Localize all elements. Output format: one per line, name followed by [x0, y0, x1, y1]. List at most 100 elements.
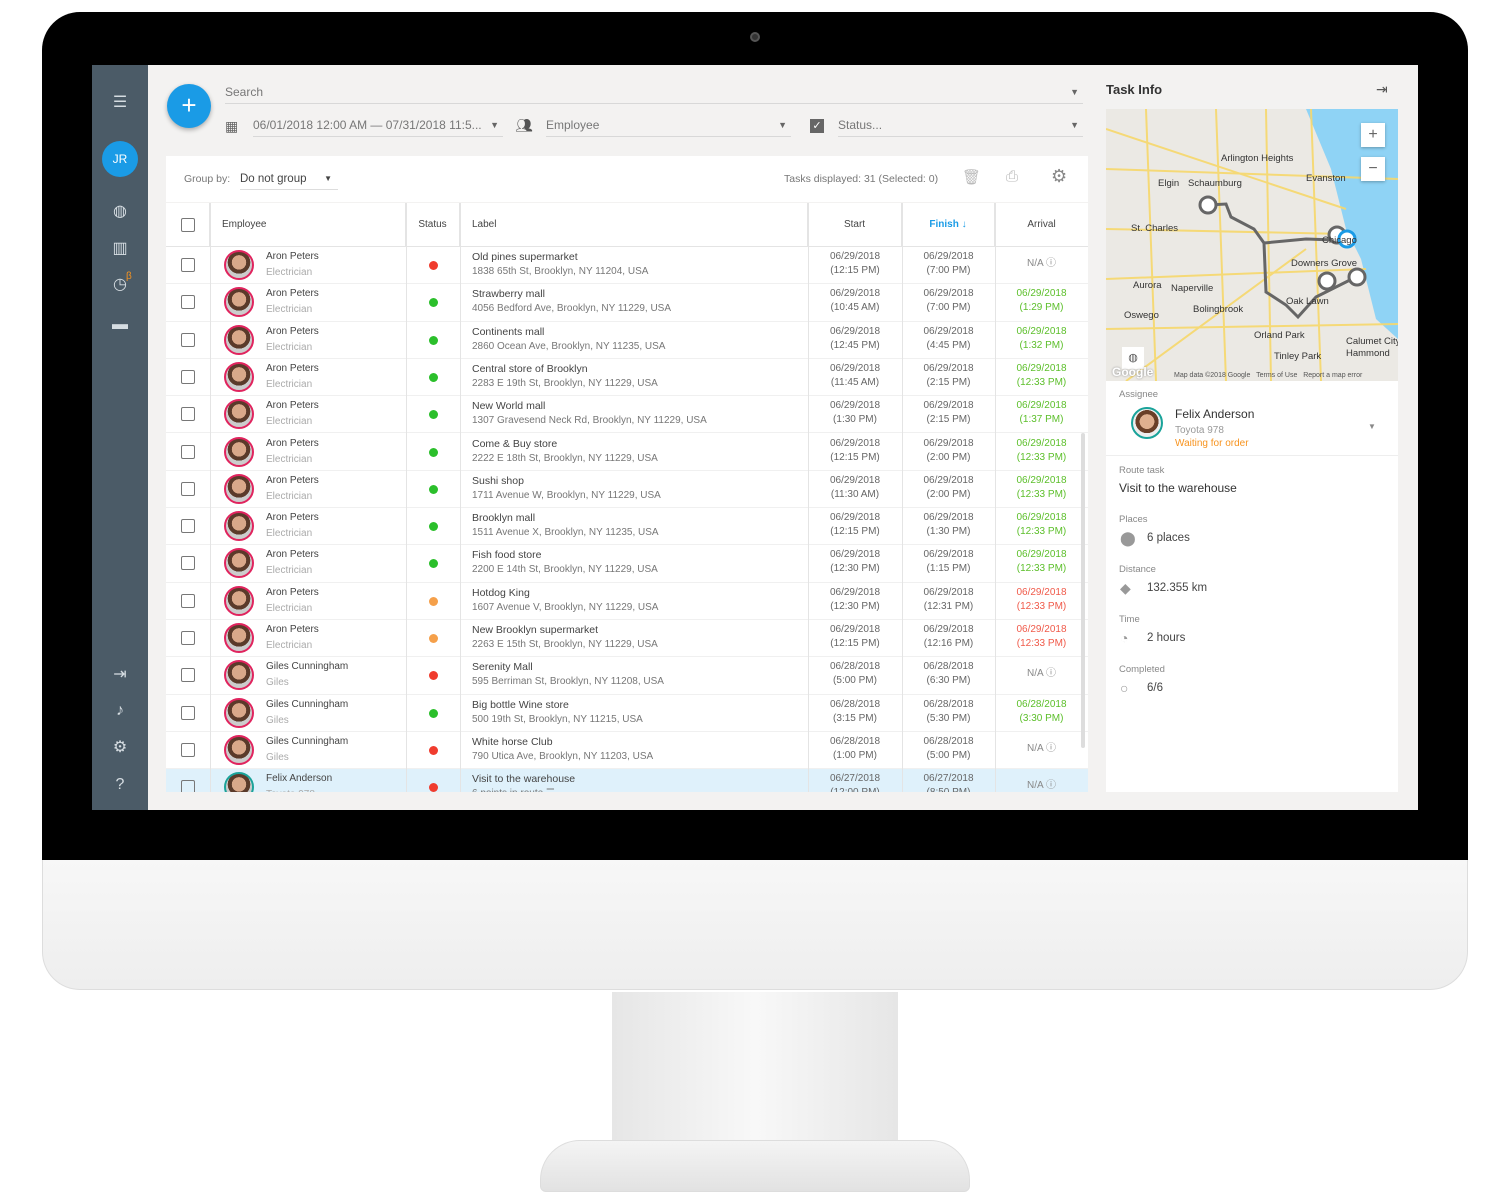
user-avatar[interactable]: JR [102, 141, 138, 177]
globe-icon[interactable]: ◍ [110, 202, 130, 222]
terms-link[interactable]: Terms of Use [1256, 372, 1297, 379]
header-start[interactable]: Start [808, 203, 902, 247]
table-row[interactable]: Giles Cunningham Giles Big bottle Wine sto… [166, 695, 1088, 732]
finish-day: 06/29/2018 [923, 437, 974, 449]
header-finish[interactable]: Finish ↓ [902, 203, 995, 247]
task-label[interactable]: New World mall [472, 400, 545, 412]
table-row[interactable]: Aron Peters Electrician New Brooklyn super… [166, 620, 1088, 658]
row-checkbox[interactable] [181, 742, 195, 757]
task-label[interactable]: Hotdog King [472, 587, 530, 599]
task-label[interactable]: White horse Club [472, 736, 553, 748]
collapse-panel-icon[interactable]: ⇥ [1376, 81, 1388, 98]
map-place-label: Oswego [1124, 310, 1159, 321]
table-row[interactable]: Aron Peters Electrician Brooklyn mall 1511 … [166, 508, 1088, 546]
tasks-clock-icon[interactable]: ◷ β [110, 271, 132, 295]
scrollbar[interactable] [1081, 433, 1085, 748]
status-dot [429, 261, 438, 270]
status-placeholder: Status... [838, 118, 883, 132]
table-row[interactable]: Aron Peters Electrician Old pines supermar… [166, 247, 1088, 285]
header-employee[interactable]: Employee [210, 203, 406, 247]
task-label[interactable]: Continents mall [472, 326, 544, 338]
task-label[interactable]: Old pines supermarket [472, 251, 578, 263]
task-label[interactable]: Come & Buy store [472, 438, 557, 450]
group-by-select[interactable]: Do not group ▼ [240, 168, 338, 190]
task-label[interactable]: Serenity Mall [472, 661, 533, 673]
task-label[interactable]: New Brooklyn supermarket [472, 624, 598, 636]
table-row[interactable]: Aron Peters Electrician New World mall 1307… [166, 396, 1088, 434]
table-row[interactable]: Giles Cunningham Giles Serenity Mall 595 Be… [166, 657, 1088, 695]
date-range-select[interactable]: 06/01/2018 12:00 AM — 07/31/2018 11:5...… [253, 115, 503, 137]
start-time: (1:30 PM) [833, 414, 877, 426]
start-time: (5:00 PM) [833, 675, 877, 687]
finish-date: 06/29/2018 (2:15 PM) [902, 362, 995, 390]
employee-role: Electrician [266, 304, 313, 316]
zoom-in-button[interactable]: + [1361, 123, 1385, 147]
chevron-down-icon: ▼ [490, 120, 499, 130]
status-select[interactable]: Status... ▼ [838, 115, 1083, 137]
bell-icon[interactable]: ♪ [110, 701, 130, 721]
row-checkbox[interactable] [181, 407, 195, 422]
header-status[interactable]: Status [406, 203, 460, 247]
finish-time: (7:00 PM) [926, 265, 971, 276]
start-time: (10:45 AM) [830, 302, 880, 314]
report-link[interactable]: Report a map error [1303, 372, 1362, 379]
table-row[interactable]: Felix Anderson Toyota 978 Visit to the war… [166, 769, 1088, 792]
table-row[interactable]: Giles Cunningham Giles White horse Club 790… [166, 732, 1088, 770]
assignee-dropdown-icon[interactable]: ▼ [1368, 422, 1376, 431]
help-icon[interactable]: ? [110, 775, 130, 795]
task-label[interactable]: Strawberry mall [472, 288, 545, 300]
menu-icon[interactable]: ☰ [110, 93, 130, 113]
employee-name: Aron Peters [266, 512, 319, 524]
finish-time: (2:00 PM) [926, 451, 971, 463]
task-label[interactable]: Big bottle Wine store [472, 699, 569, 711]
row-checkbox[interactable] [181, 556, 195, 571]
task-label[interactable]: Central store of Brooklyn [472, 363, 588, 375]
add-task-button[interactable]: + [167, 84, 211, 128]
row-checkbox[interactable] [181, 369, 195, 384]
table-row[interactable]: Aron Peters Electrician Continents mall 286… [166, 322, 1088, 359]
row-checkbox[interactable] [181, 481, 195, 496]
camera [750, 32, 760, 42]
places-label: Places [1119, 514, 1148, 525]
gear-icon[interactable]: ⚙ [110, 738, 130, 758]
route-map[interactable]: Arlington Heights Elgin Schaumburg Evanston… [1106, 109, 1398, 381]
table-row[interactable]: Aron Peters Electrician Fish food store 220… [166, 545, 1088, 583]
employee-name: Felix Anderson [266, 773, 333, 785]
trash-icon[interactable]: 🗑︎ [962, 168, 981, 186]
arrival-date: 06/29/2018 (12:33 PM) [995, 511, 1088, 539]
logout-icon[interactable]: ⇥ [110, 665, 130, 685]
row-checkbox[interactable] [181, 258, 195, 272]
settings-icon[interactable]: ⚙ [1051, 166, 1067, 187]
employee-name: Giles Cunningham [266, 735, 349, 747]
print-icon[interactable]: ⎙ [1006, 168, 1018, 185]
row-checkbox[interactable] [181, 631, 195, 645]
assignee-name: Felix Anderson [1175, 407, 1255, 421]
zoom-out-button[interactable]: − [1361, 157, 1385, 181]
row-checkbox[interactable] [181, 519, 195, 534]
table-row[interactable]: Aron Peters Electrician Strawberry mall 405… [166, 284, 1088, 322]
row-checkbox[interactable] [181, 668, 195, 683]
task-label[interactable]: Fish food store [472, 549, 541, 561]
search-input[interactable]: Search ▼ [225, 82, 1083, 104]
table-row[interactable]: Aron Peters Electrician Hotdog King 1607 Av… [166, 583, 1088, 620]
task-label[interactable]: Sushi shop [472, 475, 524, 487]
row-checkbox[interactable] [181, 295, 195, 310]
table-row[interactable]: Aron Peters Electrician Sushi shop 1711 Ave… [166, 471, 1088, 509]
table-row[interactable]: Aron Peters Electrician Come & Buy store 22… [166, 434, 1088, 471]
row-checkbox[interactable] [181, 444, 195, 459]
progress-circle-icon: ○ [1120, 680, 1129, 696]
status-dot [429, 335, 438, 345]
row-checkbox[interactable] [181, 332, 195, 347]
row-checkbox[interactable] [181, 705, 195, 720]
task-label[interactable]: Visit to the warehouse [472, 773, 575, 785]
chart-icon[interactable]: ▥ [110, 239, 130, 259]
table-row[interactable]: Aron Peters Electrician Central store of B… [166, 359, 1088, 397]
task-label[interactable]: Brooklyn mall [472, 512, 535, 524]
status-dot [429, 447, 438, 457]
header-arrival[interactable]: Arrival [995, 203, 1088, 247]
employee-select[interactable]: Employee ▼ [546, 115, 791, 137]
row-checkbox[interactable] [181, 780, 195, 792]
row-checkbox[interactable] [181, 593, 195, 608]
car-icon[interactable]: ▬ [110, 315, 130, 335]
header-label[interactable]: Label [460, 203, 808, 247]
